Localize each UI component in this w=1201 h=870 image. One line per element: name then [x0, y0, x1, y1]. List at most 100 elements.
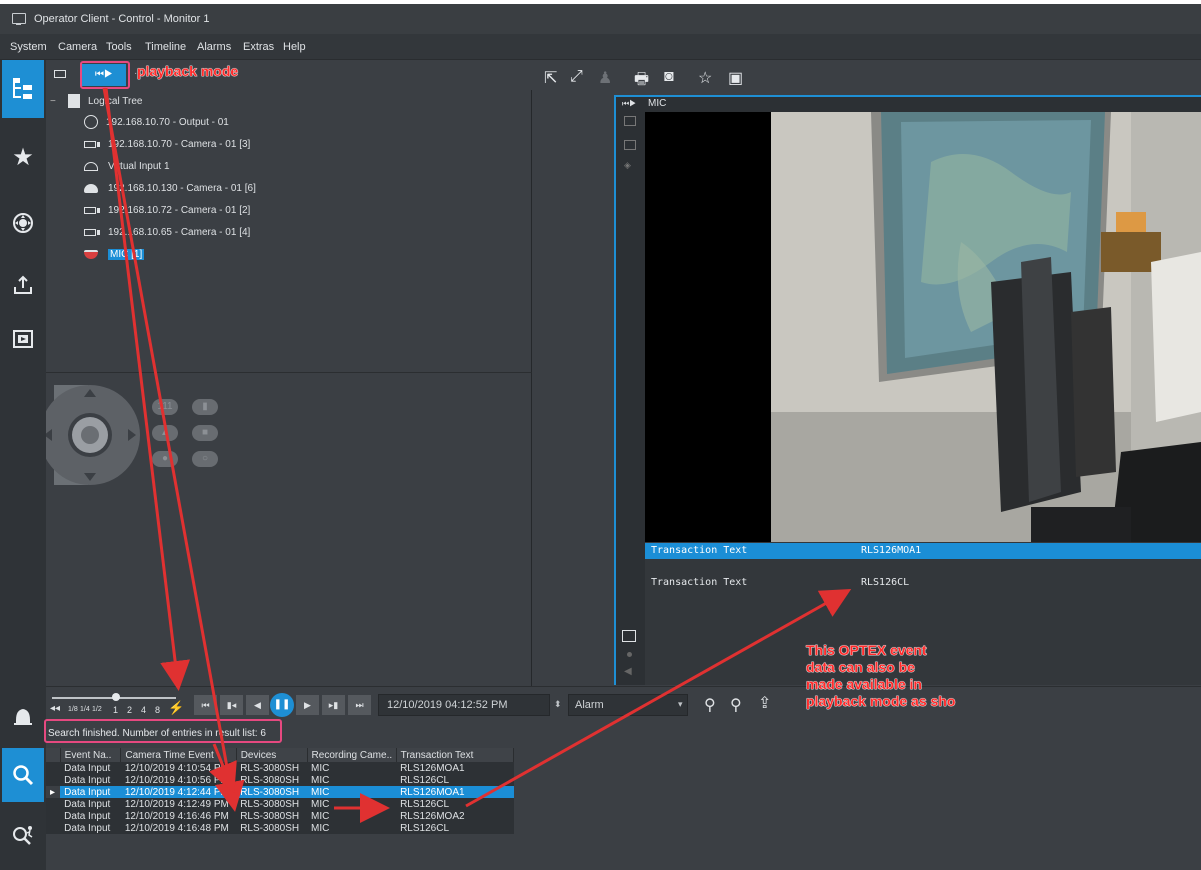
step-back-icon[interactable]: ▮◂: [220, 695, 243, 715]
logical-tree-tab-icon[interactable]: [2, 60, 44, 118]
annotation-optex-note: This OPTEX event data can also be made a…: [806, 642, 956, 710]
camera-video-image: [771, 112, 1201, 542]
row-marker: [46, 810, 61, 822]
fullscreen-icon[interactable]: ▣: [728, 68, 743, 88]
jump-end-icon[interactable]: ⏭: [348, 695, 371, 715]
annotation-box-playback-button: [80, 61, 130, 89]
fast-forward-runner-icon: ⚡: [168, 700, 185, 715]
menu-alarms[interactable]: Alarms: [197, 41, 231, 53]
menu-extras[interactable]: Extras: [243, 41, 274, 53]
preset-goto-icon[interactable]: ○: [192, 451, 218, 467]
focus-near-icon[interactable]: ▮: [192, 399, 218, 415]
print-icon[interactable]: 🖶: [634, 68, 649, 95]
annotation-playback-mode: playback mode: [137, 63, 239, 80]
zoom-region-icon[interactable]: [624, 140, 636, 150]
maximize-icon[interactable]: ⤢: [570, 68, 583, 86]
live-mode-icon[interactable]: [54, 70, 66, 78]
collapse-icon[interactable]: −: [50, 96, 60, 107]
table-cell: 12/10/2019 4:10:54 PM: [120, 762, 237, 774]
video-tile[interactable]: ⏮▶ MIC ◈ ◀ Transaction Text RLS126MOA1 T…: [614, 95, 1201, 685]
tree-item-mic[interactable]: MIC [1]: [84, 244, 145, 264]
play-reverse-icon[interactable]: ◀: [246, 695, 269, 715]
tree-item-virtual-input[interactable]: Virtual Input 1: [84, 156, 170, 176]
column-header[interactable]: Recording Came..: [307, 748, 397, 762]
jump-start-icon[interactable]: ⏮: [194, 695, 217, 715]
tree-item-label: 192.168.10.70 - Output - 01: [106, 116, 229, 128]
transaction-data-icon[interactable]: [622, 630, 636, 642]
table-cell: 12/10/2019 4:12:44 PM: [120, 786, 237, 798]
export-upload-icon[interactable]: ⇪: [758, 693, 771, 713]
ptz-control-icon[interactable]: [2, 194, 44, 252]
column-header[interactable]: Camera Time Event: [120, 748, 237, 762]
table-cell: RLS-3080SH: [236, 810, 308, 822]
monitor-wall-icon[interactable]: [2, 310, 44, 368]
play-forward-icon[interactable]: ▶: [296, 695, 319, 715]
tree-root-label: Logical Tree: [88, 95, 143, 107]
focus-far-icon[interactable]: 111: [152, 399, 178, 415]
pause-icon[interactable]: ❚❚: [270, 693, 294, 717]
forensic-search-icon[interactable]: [2, 810, 44, 862]
column-header[interactable]: Transaction Text: [396, 748, 515, 762]
event-type-select[interactable]: Alarm: [568, 694, 688, 716]
table-cell: RLS-3080SH: [236, 762, 308, 774]
event-type-value: Alarm: [575, 699, 604, 711]
table-cell: MIC: [307, 774, 397, 786]
table-row[interactable]: Data Input 12/10/2019 4:16:46 PM RLS-308…: [46, 810, 514, 822]
tree-root[interactable]: − Logical Tree: [50, 91, 142, 111]
table-header-row: Event Na.. Camera Time Event Devices Rec…: [46, 748, 515, 762]
search-magnifier-icon[interactable]: [2, 748, 44, 802]
transaction-row[interactable]: Transaction Text RLS126CL: [645, 575, 1201, 591]
column-header[interactable]: Devices: [236, 748, 308, 762]
table-cell: RLS-3080SH: [236, 822, 308, 834]
audio-speaker-icon[interactable]: ◀: [624, 666, 634, 677]
menu-system[interactable]: System: [10, 41, 47, 53]
layer-icon[interactable]: [624, 116, 636, 126]
table-row-selected[interactable]: ▸ Data Input 12/10/2019 4:12:44 PM RLS-3…: [46, 786, 514, 798]
tree-item-camera[interactable]: 192.168.10.130 - Camera - 01 [6]: [84, 178, 256, 198]
menu-timeline[interactable]: Timeline: [145, 41, 186, 53]
speed-label: 4: [141, 705, 147, 715]
menu-camera[interactable]: Camera: [58, 41, 97, 53]
datetime-spinner-icon[interactable]: ⬍: [554, 699, 562, 710]
table-row[interactable]: Data Input 12/10/2019 4:12:49 PM RLS-308…: [46, 798, 514, 810]
table-row[interactable]: Data Input 12/10/2019 4:10:56 PM RLS-308…: [46, 774, 514, 786]
speed-slider-handle[interactable]: [112, 693, 120, 701]
menu-help[interactable]: Help: [283, 41, 306, 53]
video-sidebar: ◈ ◀: [616, 112, 645, 685]
preset-save-icon[interactable]: ●: [152, 451, 178, 467]
mic-camera-icon: [84, 249, 98, 259]
chevron-down-icon[interactable]: ▾: [678, 699, 683, 710]
bookmark-star-icon[interactable]: ☆: [698, 68, 712, 88]
row-marker-header: [46, 748, 61, 762]
iris-open-icon[interactable]: ▲: [152, 425, 178, 441]
step-forward-icon[interactable]: ▸▮: [322, 695, 345, 715]
iris-close-icon[interactable]: ■: [192, 425, 218, 441]
speed-label: 2: [127, 705, 133, 715]
transaction-row[interactable]: Transaction Text RLS126MOA1: [645, 543, 1201, 559]
search-advanced-icon[interactable]: ⚲: [730, 695, 742, 715]
export-upload-icon[interactable]: [2, 256, 44, 314]
favorites-star-icon[interactable]: ★: [2, 128, 44, 186]
select-pane-icon[interactable]: ⇱: [544, 68, 557, 88]
tree-item-camera[interactable]: 192.168.10.72 - Camera - 01 [2]: [84, 200, 250, 220]
table-row[interactable]: Data Input 12/10/2019 4:10:54 PM RLS-308…: [46, 762, 514, 774]
playback-datetime-field[interactable]: 12/10/2019 04:12:52 PM: [378, 694, 550, 716]
snapshot-camera-icon[interactable]: ◙: [664, 68, 674, 86]
table-cell: MIC: [307, 798, 397, 810]
column-header[interactable]: Event Na..: [60, 748, 122, 762]
ptz-overlay-icon[interactable]: ◈: [624, 160, 636, 170]
table-cell: RLS126MOA1: [396, 786, 514, 798]
server-icon: [68, 94, 80, 108]
tree-item-camera[interactable]: 192.168.10.65 - Camera - 01 [4]: [84, 222, 250, 242]
menu-tools[interactable]: Tools: [106, 41, 132, 53]
person-icon: ♟: [598, 70, 613, 87]
transaction-label: Transaction Text: [651, 545, 748, 556]
table-row[interactable]: Data Input 12/10/2019 4:16:48 PM RLS-308…: [46, 822, 514, 834]
tree-item-camera[interactable]: 192.168.10.70 - Camera - 01 [3]: [84, 134, 250, 154]
camera-icon: [84, 228, 100, 236]
tree-item-output[interactable]: 192.168.10.70 - Output - 01: [84, 112, 229, 132]
search-icon[interactable]: ⚲: [704, 695, 716, 715]
table-cell: RLS126CL: [396, 798, 514, 810]
camera-icon: [84, 206, 100, 214]
alarm-bell-icon[interactable]: [2, 690, 44, 742]
